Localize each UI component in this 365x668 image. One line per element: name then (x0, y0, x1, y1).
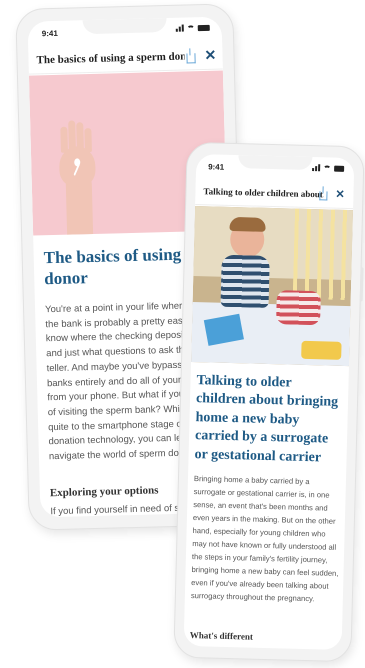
nav-title: Talking to older children about... (203, 186, 324, 200)
article-body: Bringing home a baby carried by a surrog… (191, 472, 344, 606)
status-bar: 9:41 (196, 154, 355, 180)
finger (60, 126, 68, 153)
article-subhead: Exploring your options (49, 484, 159, 500)
crib-bars (292, 208, 354, 301)
article-navbar: Talking to older children about... ✕ (195, 178, 354, 210)
wifi-icon (323, 164, 332, 172)
article-navbar: The basics of using a sperm donor ✕ (28, 42, 223, 75)
hero-image (191, 205, 354, 367)
status-time: 9:41 (41, 28, 58, 39)
toy-yellow (301, 340, 342, 360)
finger (68, 120, 76, 151)
baby-doll (276, 290, 321, 326)
share-icon[interactable] (319, 191, 328, 201)
side-button (359, 267, 364, 302)
child-shirt (220, 254, 270, 308)
child-hair (229, 216, 266, 232)
finger (76, 122, 84, 151)
status-icons (175, 24, 210, 32)
status-bar: 9:41 (28, 17, 223, 44)
battery-icon (197, 24, 210, 31)
signal-icon (175, 24, 184, 32)
nav-title: The basics of using a sperm donor (36, 50, 185, 67)
battery-icon (334, 165, 345, 172)
finger (84, 127, 92, 153)
status-icons (312, 164, 345, 172)
close-icon[interactable]: ✕ (335, 188, 345, 201)
share-icon[interactable] (186, 53, 196, 64)
wifi-icon (186, 24, 195, 31)
close-icon[interactable]: ✕ (204, 47, 216, 64)
phone-front: 9:41 Talking to older children about... … (173, 141, 365, 663)
status-time: 9:41 (208, 162, 225, 172)
signal-icon (312, 164, 321, 172)
article-subhead: What's different (189, 630, 254, 642)
phone-front-screen: 9:41 Talking to older children about... … (183, 154, 355, 650)
article-headline: Talking to older children about bringing… (194, 373, 339, 466)
